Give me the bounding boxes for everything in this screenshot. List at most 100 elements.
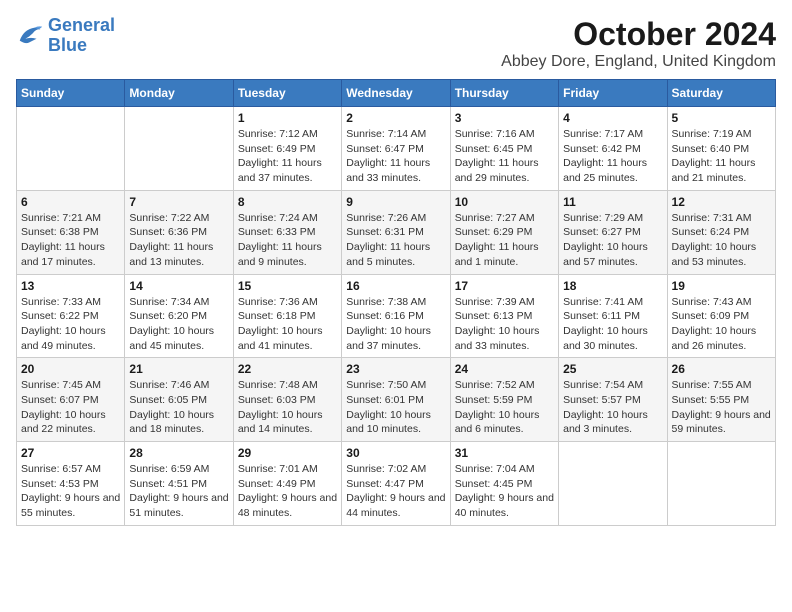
day-number: 13 xyxy=(21,279,120,293)
logo-icon xyxy=(16,22,44,50)
day-number: 27 xyxy=(21,446,120,460)
day-info: Sunrise: 7:01 AM Sunset: 4:49 PM Dayligh… xyxy=(238,462,337,521)
day-cell xyxy=(667,442,775,526)
day-info: Sunrise: 7:34 AM Sunset: 6:20 PM Dayligh… xyxy=(129,295,228,354)
day-number: 12 xyxy=(672,195,771,209)
day-cell: 27 Sunrise: 6:57 AM Sunset: 4:53 PM Dayli… xyxy=(17,442,125,526)
day-cell: 29 Sunrise: 7:01 AM Sunset: 4:49 PM Dayli… xyxy=(233,442,341,526)
day-cell: 7 Sunrise: 7:22 AM Sunset: 6:36 PM Daylig… xyxy=(125,190,233,274)
col-header-wednesday: Wednesday xyxy=(342,80,450,107)
day-info: Sunrise: 7:54 AM Sunset: 5:57 PM Dayligh… xyxy=(563,378,662,437)
calendar-body: 1 Sunrise: 7:12 AM Sunset: 6:49 PM Daylig… xyxy=(17,107,776,526)
col-header-friday: Friday xyxy=(559,80,667,107)
col-header-thursday: Thursday xyxy=(450,80,558,107)
day-info: Sunrise: 7:12 AM Sunset: 6:49 PM Dayligh… xyxy=(238,127,337,186)
day-cell: 3 Sunrise: 7:16 AM Sunset: 6:45 PM Daylig… xyxy=(450,107,558,191)
day-info: Sunrise: 7:02 AM Sunset: 4:47 PM Dayligh… xyxy=(346,462,445,521)
day-cell: 11 Sunrise: 7:29 AM Sunset: 6:27 PM Dayli… xyxy=(559,190,667,274)
day-cell xyxy=(559,442,667,526)
week-row-2: 6 Sunrise: 7:21 AM Sunset: 6:38 PM Daylig… xyxy=(17,190,776,274)
day-cell: 17Sunrise: 7:39 AM Sunset: 6:13 PM Dayli… xyxy=(450,274,558,358)
day-info: Sunrise: 7:52 AM Sunset: 5:59 PM Dayligh… xyxy=(455,378,554,437)
day-info: Sunrise: 7:46 AM Sunset: 6:05 PM Dayligh… xyxy=(129,378,228,437)
day-cell: 4 Sunrise: 7:17 AM Sunset: 6:42 PM Daylig… xyxy=(559,107,667,191)
day-cell: 10 Sunrise: 7:27 AM Sunset: 6:29 PM Dayli… xyxy=(450,190,558,274)
day-cell: 30 Sunrise: 7:02 AM Sunset: 4:47 PM Dayli… xyxy=(342,442,450,526)
col-header-monday: Monday xyxy=(125,80,233,107)
day-number: 18 xyxy=(563,279,662,293)
day-number: 14 xyxy=(129,279,228,293)
day-info: Sunrise: 7:17 AM Sunset: 6:42 PM Dayligh… xyxy=(563,127,662,186)
day-info: Sunrise: 6:59 AM Sunset: 4:51 PM Dayligh… xyxy=(129,462,228,521)
day-cell: 15Sunrise: 7:36 AM Sunset: 6:18 PM Dayli… xyxy=(233,274,341,358)
day-number: 7 xyxy=(129,195,228,209)
day-number: 10 xyxy=(455,195,554,209)
week-row-5: 27 Sunrise: 6:57 AM Sunset: 4:53 PM Dayli… xyxy=(17,442,776,526)
day-info: Sunrise: 7:22 AM Sunset: 6:36 PM Dayligh… xyxy=(129,211,228,270)
day-cell: 28 Sunrise: 6:59 AM Sunset: 4:51 PM Dayli… xyxy=(125,442,233,526)
day-cell xyxy=(17,107,125,191)
day-info: Sunrise: 7:48 AM Sunset: 6:03 PM Dayligh… xyxy=(238,378,337,437)
day-number: 24 xyxy=(455,362,554,376)
logo: General Blue xyxy=(16,16,115,56)
day-number: 20 xyxy=(21,362,120,376)
calendar-title: October 2024 xyxy=(501,16,776,53)
day-info: Sunrise: 7:43 AM Sunset: 6:09 PM Dayligh… xyxy=(672,295,771,354)
day-cell: 25 Sunrise: 7:54 AM Sunset: 5:57 PM Dayli… xyxy=(559,358,667,442)
day-number: 3 xyxy=(455,111,554,125)
day-cell: 6 Sunrise: 7:21 AM Sunset: 6:38 PM Daylig… xyxy=(17,190,125,274)
day-info: Sunrise: 7:19 AM Sunset: 6:40 PM Dayligh… xyxy=(672,127,771,186)
day-info: Sunrise: 7:24 AM Sunset: 6:33 PM Dayligh… xyxy=(238,211,337,270)
day-number: 11 xyxy=(563,195,662,209)
day-cell: 16Sunrise: 7:38 AM Sunset: 6:16 PM Dayli… xyxy=(342,274,450,358)
day-info: Sunrise: 7:21 AM Sunset: 6:38 PM Dayligh… xyxy=(21,211,120,270)
day-info: Sunrise: 7:16 AM Sunset: 6:45 PM Dayligh… xyxy=(455,127,554,186)
calendar-table: SundayMondayTuesdayWednesdayThursdayFrid… xyxy=(16,79,776,526)
day-number: 26 xyxy=(672,362,771,376)
day-number: 23 xyxy=(346,362,445,376)
day-number: 25 xyxy=(563,362,662,376)
day-number: 21 xyxy=(129,362,228,376)
day-number: 31 xyxy=(455,446,554,460)
day-cell: 5 Sunrise: 7:19 AM Sunset: 6:40 PM Daylig… xyxy=(667,107,775,191)
day-info: Sunrise: 7:04 AM Sunset: 4:45 PM Dayligh… xyxy=(455,462,554,521)
day-cell: 19 Sunrise: 7:43 AM Sunset: 6:09 PM Dayli… xyxy=(667,274,775,358)
day-info: Sunrise: 6:57 AM Sunset: 4:53 PM Dayligh… xyxy=(21,462,120,521)
day-info: Sunrise: 7:36 AM Sunset: 6:18 PM Dayligh… xyxy=(238,295,337,354)
day-cell: 22Sunrise: 7:48 AM Sunset: 6:03 PM Dayli… xyxy=(233,358,341,442)
day-number: 1 xyxy=(238,111,337,125)
day-number: 28 xyxy=(129,446,228,460)
day-info: Sunrise: 7:41 AM Sunset: 6:11 PM Dayligh… xyxy=(563,295,662,354)
day-cell: 14 Sunrise: 7:34 AM Sunset: 6:20 PM Dayli… xyxy=(125,274,233,358)
day-number: 6 xyxy=(21,195,120,209)
day-cell: 26 Sunrise: 7:55 AM Sunset: 5:55 PM Dayli… xyxy=(667,358,775,442)
day-number: 30 xyxy=(346,446,445,460)
day-info: Sunrise: 7:55 AM Sunset: 5:55 PM Dayligh… xyxy=(672,378,771,437)
title-block: October 2024 Abbey Dore, England, United… xyxy=(501,16,776,71)
col-header-saturday: Saturday xyxy=(667,80,775,107)
day-info: Sunrise: 7:27 AM Sunset: 6:29 PM Dayligh… xyxy=(455,211,554,270)
day-info: Sunrise: 7:45 AM Sunset: 6:07 PM Dayligh… xyxy=(21,378,120,437)
day-cell: 13 Sunrise: 7:33 AM Sunset: 6:22 PM Dayli… xyxy=(17,274,125,358)
day-number: 19 xyxy=(672,279,771,293)
day-info: Sunrise: 7:50 AM Sunset: 6:01 PM Dayligh… xyxy=(346,378,445,437)
calendar-header: SundayMondayTuesdayWednesdayThursdayFrid… xyxy=(17,80,776,107)
day-number: 4 xyxy=(563,111,662,125)
day-info: Sunrise: 7:33 AM Sunset: 6:22 PM Dayligh… xyxy=(21,295,120,354)
day-cell: 8 Sunrise: 7:24 AM Sunset: 6:33 PM Daylig… xyxy=(233,190,341,274)
day-cell: 2Sunrise: 7:14 AM Sunset: 6:47 PM Daylig… xyxy=(342,107,450,191)
logo-text: General Blue xyxy=(48,16,115,56)
day-info: Sunrise: 7:29 AM Sunset: 6:27 PM Dayligh… xyxy=(563,211,662,270)
day-number: 8 xyxy=(238,195,337,209)
day-number: 5 xyxy=(672,111,771,125)
col-header-sunday: Sunday xyxy=(17,80,125,107)
day-info: Sunrise: 7:31 AM Sunset: 6:24 PM Dayligh… xyxy=(672,211,771,270)
day-number: 17 xyxy=(455,279,554,293)
day-cell: 1 Sunrise: 7:12 AM Sunset: 6:49 PM Daylig… xyxy=(233,107,341,191)
day-number: 29 xyxy=(238,446,337,460)
day-number: 9 xyxy=(346,195,445,209)
day-cell: 9Sunrise: 7:26 AM Sunset: 6:31 PM Daylig… xyxy=(342,190,450,274)
day-cell xyxy=(125,107,233,191)
day-cell: 23 Sunrise: 7:50 AM Sunset: 6:01 PM Dayli… xyxy=(342,358,450,442)
page-header: General Blue October 2024 Abbey Dore, En… xyxy=(16,16,776,71)
